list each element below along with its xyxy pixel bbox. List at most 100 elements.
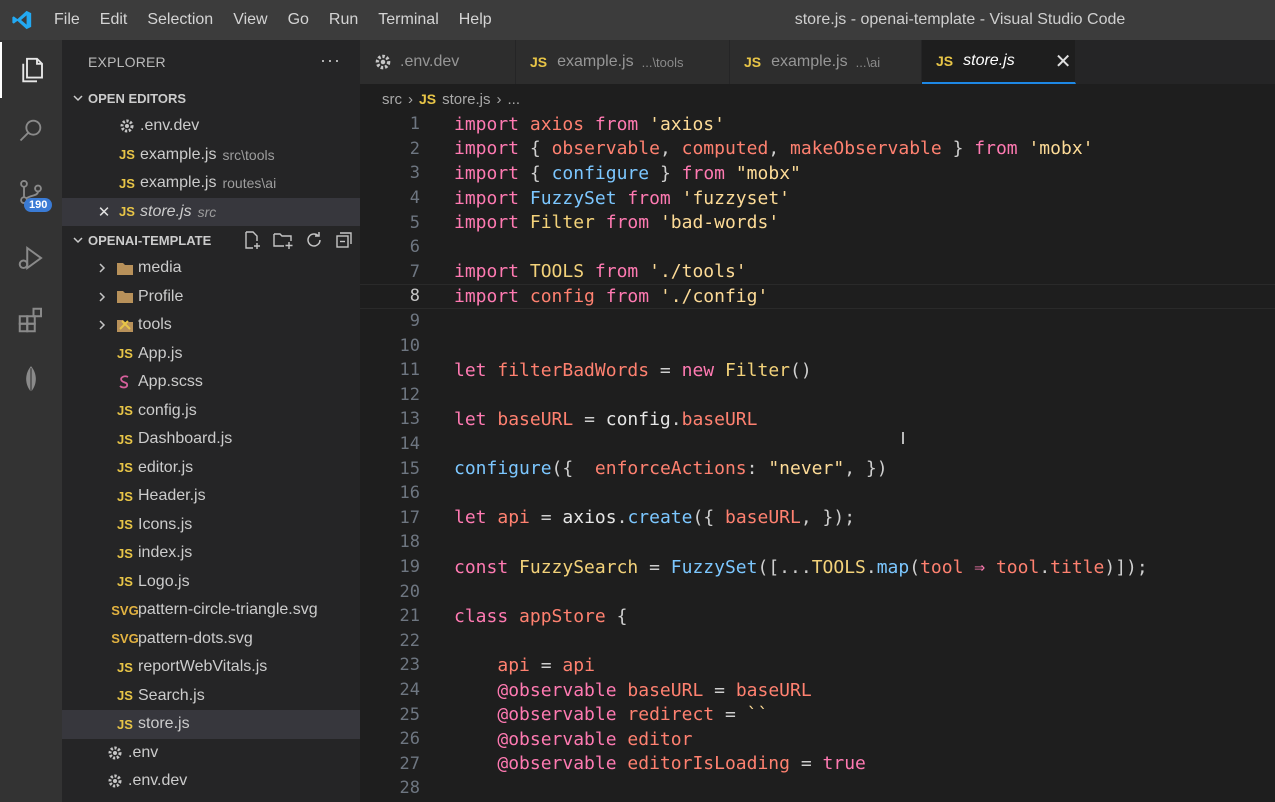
code-line[interactable]: 21 class appStore { [360, 604, 1275, 629]
open-editor-item[interactable]: JS example.js routes\ai [62, 169, 360, 198]
tab-example-tools[interactable]: JS example.js ...\tools [516, 40, 730, 84]
tree-file[interactable]: SVG pattern-circle-triangle.svg [62, 596, 360, 625]
tree-file[interactable]: JS Header.js [62, 482, 360, 511]
tab-store-js[interactable]: JS store.js ✕ [922, 40, 1076, 84]
tree-file[interactable]: .env.dev [62, 767, 360, 796]
open-editors-header[interactable]: OPEN EDITORS [62, 84, 360, 112]
search-icon[interactable] [0, 102, 62, 158]
more-actions-icon[interactable]: ··· [320, 50, 341, 71]
code-line[interactable]: 17 let api = axios.create({ baseURL, }); [360, 506, 1275, 531]
code-line[interactable]: 10 [360, 333, 1275, 358]
breadcrumb-tail[interactable]: ... [507, 91, 520, 108]
code-line[interactable]: 14 [360, 432, 1275, 457]
menu-run[interactable]: Run [319, 0, 368, 40]
code-line[interactable]: 1 import axios from 'axios' [360, 114, 1275, 137]
menu-terminal[interactable]: Terminal [368, 0, 448, 40]
menu-go[interactable]: Go [278, 0, 319, 40]
tree-file[interactable]: JS index.js [62, 539, 360, 568]
menu-selection[interactable]: Selection [137, 0, 223, 40]
line-number: 3 [409, 163, 420, 184]
tree-file[interactable]: JS Search.js [62, 682, 360, 711]
source-control-icon[interactable]: 190 [0, 164, 62, 220]
tree-item-label: Header.js [138, 487, 206, 505]
tree-file[interactable]: JS Logo.js [62, 568, 360, 597]
close-icon[interactable]: ✕ [94, 203, 114, 221]
code-line[interactable]: 25 @observable redirect = `` [360, 702, 1275, 727]
extensions-icon[interactable] [0, 292, 62, 348]
collapse-all-icon[interactable] [334, 230, 354, 250]
line-number: 8 [409, 286, 420, 307]
menu-help[interactable]: Help [449, 0, 502, 40]
tree-file[interactable]: JS reportWebVitals.js [62, 653, 360, 682]
js-file-icon: JS [117, 431, 133, 447]
line-number: 17 [399, 507, 420, 528]
tree-file-selected[interactable]: JS store.js [62, 710, 360, 739]
line-number: 5 [409, 212, 420, 233]
tab-env-dev[interactable]: .env.dev [360, 40, 516, 84]
code-line[interactable]: 19 const FuzzySearch = FuzzySet([...TOOLS… [360, 555, 1275, 580]
code-line[interactable]: 16 [360, 481, 1275, 506]
code-line[interactable]: 23 api = api [360, 653, 1275, 678]
open-editor-item[interactable]: JS example.js src\tools [62, 141, 360, 170]
chevron-right-icon [92, 319, 112, 331]
new-file-icon[interactable] [242, 230, 262, 250]
folder-icon [112, 289, 138, 304]
tree-file[interactable]: JS Dashboard.js [62, 425, 360, 454]
activity-bar: 190 [0, 40, 62, 802]
code-text: @observable redirect = `` [497, 704, 769, 726]
line-number: 20 [399, 581, 420, 602]
code-line[interactable]: 12 [360, 383, 1275, 408]
tree-item-label: App.js [138, 344, 183, 362]
tree-folder-profile[interactable]: Profile [62, 283, 360, 312]
code-line[interactable]: 3 import { configure } from "mobx" [360, 161, 1275, 186]
project-header[interactable]: OPENAI-TEMPLATE [62, 226, 360, 254]
code-line[interactable]: 7 import TOOLS from './tools' [360, 260, 1275, 285]
tab-example-ai[interactable]: JS example.js ...\ai [730, 40, 922, 84]
tree-file[interactable]: App.scss [62, 368, 360, 397]
line-number: 15 [399, 458, 420, 479]
code-text: import TOOLS from './tools' [454, 261, 747, 283]
code-line[interactable]: 2 import { observable, computed, makeObse… [360, 137, 1275, 162]
code-line[interactable]: 4 import FuzzySet from 'fuzzyset' [360, 186, 1275, 211]
refresh-icon[interactable] [304, 230, 324, 250]
menu-file[interactable]: File [44, 0, 90, 40]
tree-folder-media[interactable]: media [62, 254, 360, 283]
tree-item-label: tools [138, 316, 172, 334]
code-line[interactable]: 5 import Filter from 'bad-words' [360, 210, 1275, 235]
open-editor-item[interactable]: .env.dev [62, 112, 360, 141]
tree-file[interactable]: JS Icons.js [62, 511, 360, 540]
code-line[interactable]: 18 [360, 530, 1275, 555]
code-line[interactable]: 20 [360, 579, 1275, 604]
code-line[interactable]: 15 configure({ enforceActions: "never", }… [360, 456, 1275, 481]
mongodb-leaf-icon[interactable] [0, 352, 62, 408]
code-line[interactable]: 8 import config from './config' [360, 284, 1275, 309]
breadcrumb-folder[interactable]: src [382, 91, 402, 108]
code-line[interactable]: 22 [360, 629, 1275, 654]
open-editor-item-active[interactable]: ✕ JS store.js src [62, 197, 360, 226]
tree-file[interactable]: SVG pattern-dots.svg [62, 625, 360, 654]
code-line[interactable]: 13 let baseURL = config.baseURL [360, 407, 1275, 432]
js-file-icon: JS [117, 574, 133, 590]
code-line[interactable]: 27 @observable editorIsLoading = true [360, 752, 1275, 777]
explorer-icon[interactable] [0, 42, 62, 98]
tree-file[interactable]: .env [62, 739, 360, 768]
code-line[interactable]: 24 @observable baseURL = baseURL [360, 678, 1275, 703]
tree-folder-tools[interactable]: tools [62, 311, 360, 340]
new-folder-icon[interactable] [272, 230, 294, 250]
tree-item-label: pattern-dots.svg [138, 629, 253, 647]
breadcrumb-file[interactable]: store.js [442, 91, 490, 108]
tree-file[interactable]: JS App.js [62, 340, 360, 369]
tree-file[interactable]: JS config.js [62, 397, 360, 426]
code-editor[interactable]: 1 import axios from 'axios' 2 import { obse… [360, 114, 1275, 802]
menu-edit[interactable]: Edit [90, 0, 138, 40]
code-line[interactable]: 6 [360, 235, 1275, 260]
open-editor-name: .env.dev [140, 117, 200, 135]
menu-view[interactable]: View [223, 0, 277, 40]
code-line[interactable]: 9 [360, 309, 1275, 334]
code-line[interactable]: 11 let filterBadWords = new Filter() [360, 358, 1275, 383]
code-line[interactable]: 28 [360, 776, 1275, 801]
tree-file[interactable]: JS editor.js [62, 454, 360, 483]
close-icon[interactable]: ✕ [1055, 49, 1072, 74]
run-debug-icon[interactable] [0, 230, 62, 286]
code-line[interactable]: 26 @observable editor [360, 727, 1275, 752]
